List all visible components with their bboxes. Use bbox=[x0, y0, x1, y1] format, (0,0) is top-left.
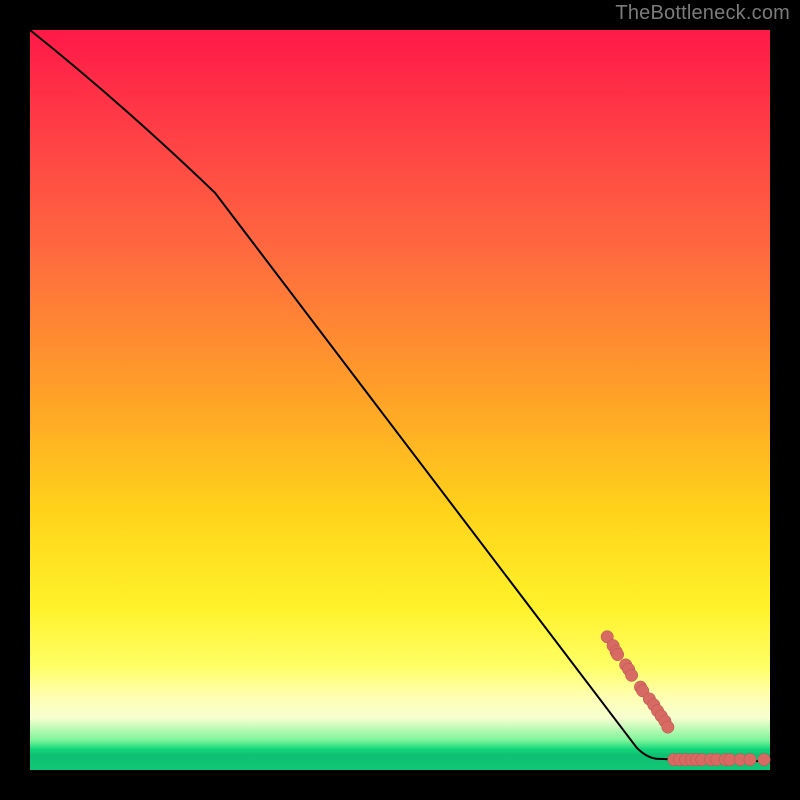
data-point bbox=[758, 753, 770, 765]
data-point bbox=[625, 669, 637, 681]
data-point bbox=[662, 721, 674, 733]
chart-overlay bbox=[30, 30, 770, 770]
scatter-points bbox=[601, 631, 770, 766]
data-point bbox=[611, 648, 623, 660]
plot-area bbox=[30, 30, 770, 770]
attribution-text: TheBottleneck.com bbox=[615, 2, 790, 25]
data-point bbox=[744, 753, 756, 765]
chart-stage: TheBottleneck.com bbox=[0, 0, 800, 800]
bottleneck-curve bbox=[30, 30, 770, 761]
